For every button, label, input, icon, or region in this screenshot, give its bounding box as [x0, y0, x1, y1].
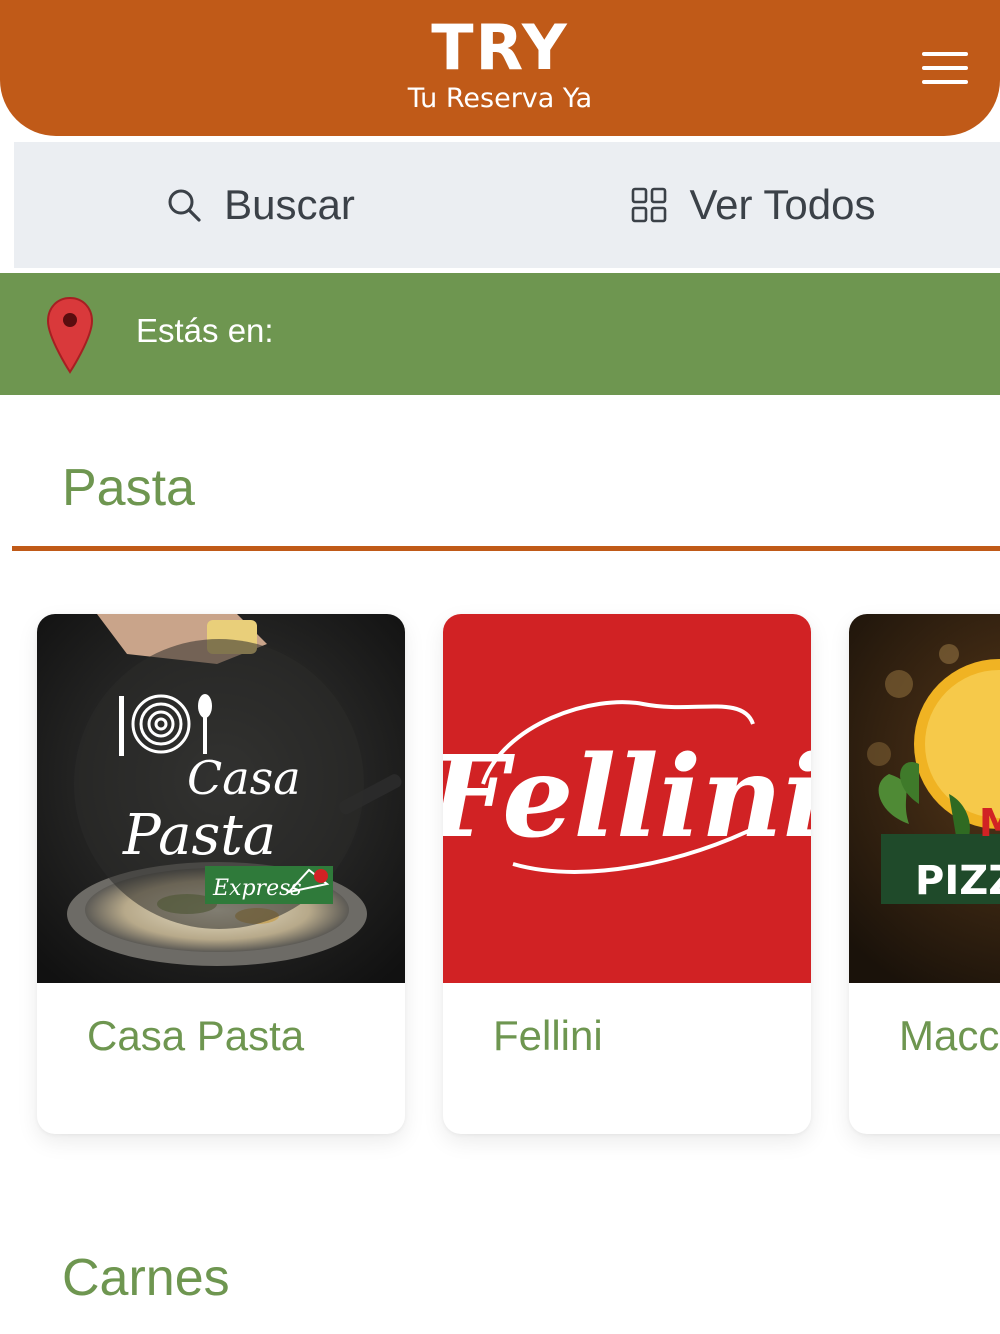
fellini-logo-text: Fellini	[443, 732, 811, 863]
restaurant-name: Casa Pasta	[87, 1012, 305, 1059]
search-button[interactable]: Buscar	[14, 142, 507, 268]
app-header: TRY Tu Reserva Ya	[0, 0, 1000, 136]
restaurant-image: Fellini	[443, 614, 811, 983]
restaurant-name: Fellini	[493, 1012, 603, 1059]
section-divider	[12, 546, 1000, 551]
macco-logo-text: PIZZA	[915, 858, 1000, 904]
restaurant-card-casa-pasta[interactable]: Casa Pasta Express Casa Pasta	[37, 614, 405, 1134]
restaurant-name: Macco Pizza	[899, 1012, 1000, 1059]
restaurant-card-macco-pizza[interactable]: PIZZA M Macco Pizza	[849, 614, 1000, 1134]
action-bar: Buscar Ver Todos	[14, 142, 1000, 268]
brand-subtitle: Tu Reserva Ya	[407, 83, 593, 114]
section-title-carnes: Carnes	[62, 1249, 230, 1307]
map-pin-icon	[46, 296, 94, 374]
section-title-pasta: Pasta	[62, 459, 195, 517]
view-all-button[interactable]: Ver Todos	[507, 142, 1000, 268]
svg-text:M: M	[979, 801, 1000, 845]
restaurant-image: Casa Pasta Express	[37, 614, 405, 983]
restaurant-card-fellini[interactable]: Fellini Fellini	[443, 614, 811, 1134]
grid-icon	[632, 187, 667, 223]
hamburger-menu-icon[interactable]	[916, 48, 972, 88]
casa-pasta-logo-casa: Casa	[187, 751, 301, 805]
brand-title: TRY	[431, 11, 569, 84]
location-label: Estás en:	[136, 312, 274, 349]
restaurant-image: PIZZA M	[849, 614, 1000, 983]
search-label: Buscar	[224, 181, 355, 228]
casa-pasta-logo-pasta: Pasta	[122, 803, 276, 868]
app-screen: TRY Tu Reserva Ya Buscar Ver Todos Estás…	[0, 0, 1000, 1334]
search-icon	[168, 189, 201, 222]
casa-pasta-logo-express: Express	[212, 876, 302, 901]
brand-logo[interactable]: TRY Tu Reserva Ya	[0, 14, 1000, 116]
view-all-label: Ver Todos	[689, 181, 876, 228]
